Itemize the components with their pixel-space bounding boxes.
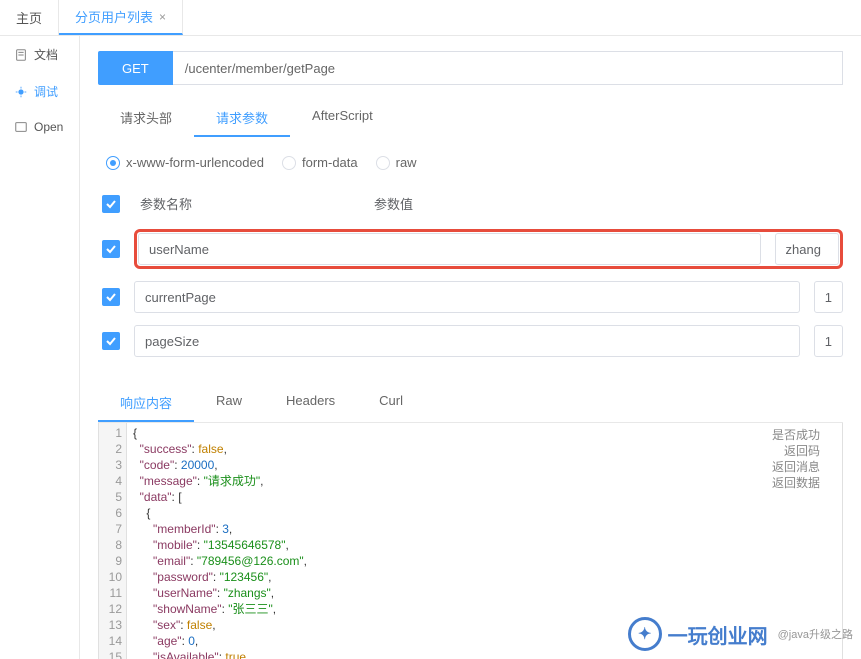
param-name-input[interactable]: currentPage [134, 281, 800, 313]
sidebar-item-label: Open [34, 120, 63, 134]
doc-icon [14, 48, 28, 62]
radio-urlencoded[interactable]: x-www-form-urlencoded [106, 155, 264, 170]
url-input[interactable]: /ucenter/member/getPage [173, 51, 843, 85]
tab-headers[interactable]: 请求头部 [98, 100, 194, 137]
checkbox[interactable] [102, 240, 120, 258]
watermark: ✦ 一玩创业网 @java升级之路 [628, 617, 853, 651]
tab-label: 主页 [16, 8, 42, 27]
params-table: 参数名称 参数值 userName zhang [98, 184, 843, 363]
sidebar: 文档 调试 Open [0, 36, 80, 659]
param-value-input[interactable]: 1 [814, 325, 843, 357]
tab-curl[interactable]: Curl [357, 385, 425, 422]
radio-icon [106, 156, 120, 170]
param-row: pageSize 1 [98, 319, 843, 363]
param-row: userName zhang [98, 223, 843, 275]
tab-raw[interactable]: Raw [194, 385, 264, 422]
tab-paged-user-list[interactable]: 分页用户列表 × [59, 0, 183, 35]
radio-formdata[interactable]: form-data [282, 155, 358, 170]
tab-response-content[interactable]: 响应内容 [98, 385, 194, 422]
http-method-button[interactable]: GET [98, 51, 173, 85]
param-value-input[interactable]: zhang [775, 233, 839, 265]
highlighted-param: userName zhang [134, 229, 843, 269]
open-icon [14, 120, 28, 134]
param-name-input[interactable]: userName [138, 233, 761, 265]
code-content: { "success": false, "code": 20000, "mess… [127, 423, 425, 659]
col-header-value: 参数值 [368, 194, 843, 213]
param-name-input[interactable]: pageSize [134, 325, 800, 357]
param-row: currentPage 1 [98, 275, 843, 319]
close-icon[interactable]: × [159, 10, 166, 24]
radio-icon [376, 156, 390, 170]
bug-icon [14, 85, 28, 99]
tab-label: 分页用户列表 [75, 7, 153, 26]
radio-raw[interactable]: raw [376, 155, 417, 170]
tab-afterscript[interactable]: AfterScript [290, 100, 395, 137]
sidebar-item-open[interactable]: Open [0, 110, 79, 144]
col-header-name: 参数名称 [134, 194, 354, 213]
top-tab-bar: 主页 分页用户列表 × [0, 0, 861, 36]
request-bar: GET /ucenter/member/getPage [98, 51, 843, 85]
checkbox[interactable] [102, 288, 120, 306]
line-gutter: 1234567891011121314151617181920212223242… [99, 423, 127, 659]
encoding-options: x-www-form-urlencoded form-data raw [98, 149, 843, 184]
checkbox-all[interactable] [102, 195, 120, 213]
sidebar-item-debug[interactable]: 调试 [0, 73, 79, 110]
tab-home[interactable]: 主页 [0, 0, 59, 35]
tab-resp-headers[interactable]: Headers [264, 385, 357, 422]
param-value-input[interactable]: 1 [814, 281, 843, 313]
request-tabs: 请求头部 请求参数 AfterScript [98, 100, 843, 137]
sidebar-item-label: 文档 [34, 46, 58, 63]
logo-icon: ✦ [628, 617, 662, 651]
sidebar-item-docs[interactable]: 文档 [0, 36, 79, 73]
radio-icon [282, 156, 296, 170]
sidebar-item-label: 调试 [34, 83, 58, 100]
tab-params[interactable]: 请求参数 [194, 100, 290, 137]
response-tabs: 响应内容 Raw Headers Curl [98, 385, 843, 423]
checkbox[interactable] [102, 332, 120, 350]
